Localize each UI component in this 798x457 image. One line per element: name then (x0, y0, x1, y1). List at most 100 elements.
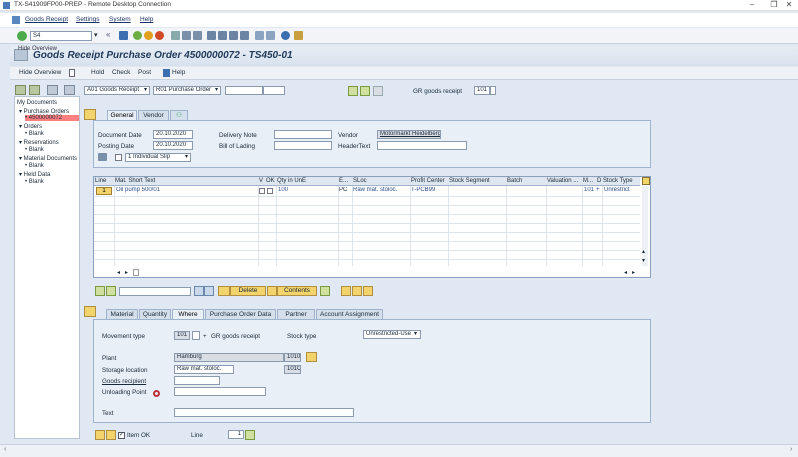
column-header[interactable]: V (258, 177, 265, 186)
tree-item-4500000072[interactable]: • 4500000072 (25, 115, 79, 121)
column-header[interactable]: Line (94, 177, 114, 186)
tab-account-assignment[interactable]: Account Assignment (316, 309, 383, 319)
item-ok-checkbox[interactable]: ✓ (118, 432, 125, 439)
bill-of-lading-input[interactable] (274, 141, 332, 150)
column-header[interactable]: Stock Type (602, 177, 640, 186)
contents-button[interactable]: Contents (277, 286, 317, 296)
transaction-select[interactable]: A01 Goods Receipt (84, 86, 150, 95)
collapse-header-icon[interactable] (84, 109, 96, 120)
stock-overview-icon[interactable] (341, 286, 351, 296)
movement-type-input[interactable]: 101 (474, 86, 490, 95)
tree-item-blank[interactable]: • Blank (25, 147, 44, 153)
minimize-button[interactable]: – (741, 0, 763, 11)
close-button[interactable]: ✕ (778, 0, 798, 11)
reference-dropdown-icon[interactable]: ▾ (215, 86, 218, 93)
hold-button[interactable]: Hold (91, 69, 104, 76)
layout-icon[interactable] (47, 85, 58, 95)
tree-item-blank[interactable]: • Blank (25, 163, 44, 169)
row-debit-credit[interactable]: + (596, 187, 602, 195)
execute-icon[interactable] (348, 86, 358, 96)
search-icon[interactable] (360, 86, 370, 96)
document-date-input[interactable]: 20.10.2020 (153, 130, 193, 139)
exit-icon[interactable] (144, 31, 153, 40)
cancel-icon[interactable] (155, 31, 164, 40)
previous-item-icon[interactable] (95, 430, 105, 440)
tree-item-orders[interactable]: ▾ Orders (19, 123, 42, 130)
document-icon[interactable] (69, 69, 75, 77)
plant-details-icon[interactable] (306, 352, 317, 362)
post-button[interactable]: Post (138, 69, 151, 76)
expand-all-icon[interactable] (15, 85, 26, 95)
horizontal-scroll-thumb[interactable] (133, 269, 139, 276)
document-number-input[interactable] (225, 86, 263, 95)
scroll-left-icon[interactable]: ◂ (624, 269, 627, 276)
goods-recipient-input[interactable] (174, 376, 220, 385)
column-header[interactable]: OK (265, 177, 276, 186)
storage-location-code[interactable]: 101C (284, 365, 301, 374)
select-all-icon[interactable] (95, 286, 105, 296)
help-button[interactable]: Help (172, 69, 185, 76)
stock-type-select[interactable]: Unrestricted-Use (363, 330, 421, 339)
tree-item-reservations[interactable]: ▾ Reservations (19, 139, 59, 146)
find-next-icon[interactable] (193, 31, 202, 40)
find-icon[interactable] (182, 31, 191, 40)
deselect-all-icon[interactable] (106, 286, 116, 296)
hide-overview-button[interactable]: Hide Overview (19, 69, 61, 76)
tab-vendor[interactable]: Vendor (138, 110, 169, 120)
tree-item-blank[interactable]: • Blank (25, 131, 44, 137)
column-header[interactable]: Mat. Short Text (114, 177, 258, 186)
tab-partner-icon[interactable]: ⚇ (170, 110, 188, 120)
hold-data-icon[interactable] (373, 86, 383, 96)
command-dropdown-icon[interactable]: ▾ (94, 31, 98, 39)
filter-icon[interactable] (320, 286, 330, 296)
row-sloc[interactable]: Raw mat. stoloc. (353, 187, 409, 195)
row-v-checkbox[interactable] (259, 188, 265, 194)
scroll-up-icon[interactable]: ▴ (642, 248, 645, 255)
column-header[interactable]: Valuation ... (546, 177, 582, 186)
row-profit-center[interactable]: T-PCB99 (411, 187, 447, 195)
back-arrows-icon[interactable]: « (106, 30, 110, 39)
column-header[interactable]: Stock Segment (448, 177, 506, 186)
print-icon[interactable] (171, 31, 180, 40)
column-header[interactable]: M... (582, 177, 596, 186)
row-movement-type[interactable]: 101 (584, 187, 596, 195)
unloading-point-input[interactable] (174, 387, 266, 396)
storage-location-value[interactable]: Raw mat. stoloc. (174, 365, 234, 374)
tree-item-blank[interactable]: • Blank (25, 179, 44, 185)
row-qty[interactable]: 100 (278, 187, 336, 195)
header-text-input[interactable] (377, 141, 467, 150)
row-ok-checkbox[interactable] (267, 188, 273, 194)
scroll-right-icon[interactable]: ▸ (632, 269, 635, 276)
tab-purchase-order-data[interactable]: Purchase Order Data (205, 309, 276, 319)
column-header[interactable]: SLoc (352, 177, 410, 186)
table-search-input[interactable] (119, 287, 191, 296)
collapse-all-icon[interactable] (29, 85, 40, 95)
tab-material[interactable]: Material (106, 309, 138, 319)
column-header[interactable]: Qty in UnE (276, 177, 338, 186)
menu-goods-receipt[interactable]: Goods Receipt (25, 16, 68, 23)
scroll-down-icon[interactable]: ▾ (642, 257, 645, 264)
menu-settings[interactable]: Settings (76, 16, 100, 23)
next-page-icon[interactable] (229, 31, 238, 40)
menu-system[interactable]: System (109, 16, 131, 23)
column-header[interactable]: Batch (506, 177, 546, 186)
tab-general[interactable]: General (107, 110, 137, 120)
search-icon[interactable] (194, 286, 204, 296)
item-number-input[interactable] (263, 86, 285, 95)
check-button[interactable]: Check (112, 69, 130, 76)
tree-item-purchase-orders[interactable]: ▾ Purchase Orders (19, 108, 69, 115)
enter-icon[interactable] (17, 31, 27, 41)
vendor-value[interactable]: Motormarkt Heidelberg (377, 130, 441, 139)
serial-numbers-icon[interactable] (352, 286, 362, 296)
collapse-detail-icon[interactable] (84, 306, 96, 317)
posting-date-input[interactable]: 20.10.2020 (153, 141, 193, 150)
column-header[interactable]: Profit Center (410, 177, 448, 186)
row-material-text[interactable]: Oil pump 500/01 (116, 187, 256, 195)
row-line-number[interactable]: 1 (96, 187, 112, 195)
menu-help[interactable]: Help (140, 16, 153, 23)
delivery-note-input[interactable] (274, 130, 332, 139)
item-text-input[interactable] (174, 408, 354, 417)
scroll-right-icon[interactable]: ▸ (125, 269, 128, 276)
movement-type-extra-field[interactable] (192, 331, 200, 340)
column-header[interactable]: E... (338, 177, 352, 186)
